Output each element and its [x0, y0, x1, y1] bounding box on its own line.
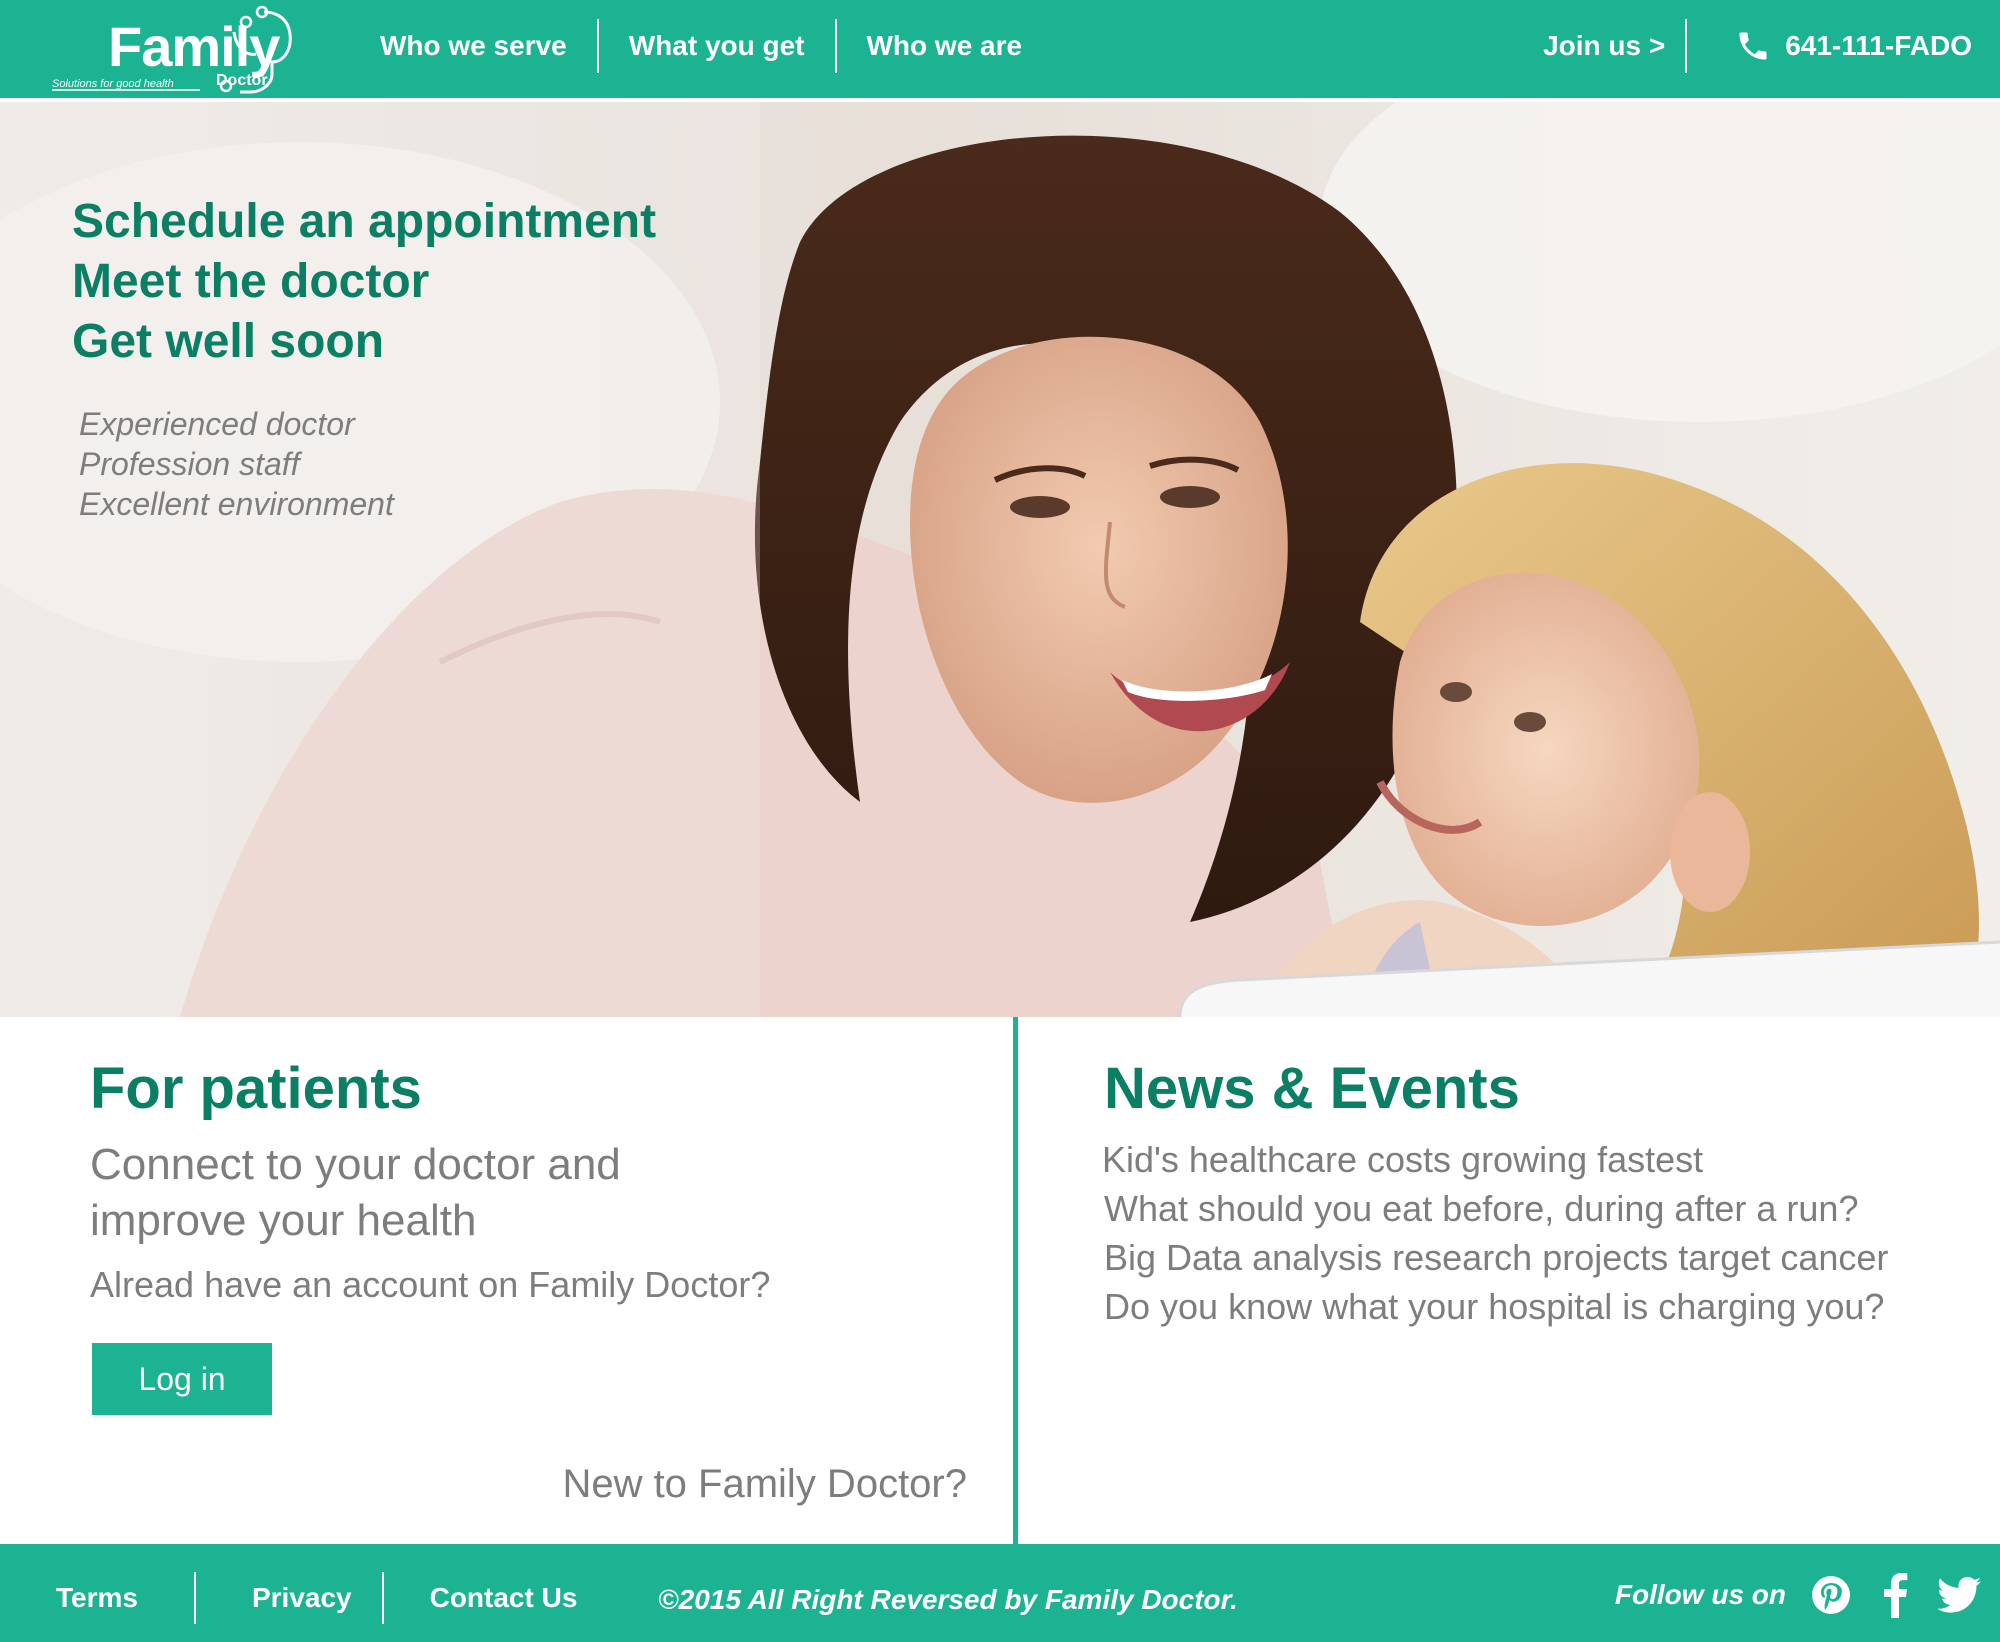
phone-contact[interactable]: 641-111-FADO — [1687, 18, 1972, 74]
hero-features: Experienced doctor Profession staff Exce… — [72, 404, 656, 524]
hero-headline: Get well soon — [72, 315, 385, 368]
hero-feature: Excellent environment — [79, 486, 394, 522]
phone-number: 641-111-FADO — [1785, 30, 1972, 61]
family-doctor-logo[interactable]: Family Solutions for good health Doctor — [50, 4, 310, 96]
hero-feature: Profession staff — [79, 446, 300, 482]
phone-icon — [1739, 32, 1767, 60]
footer-privacy-link[interactable]: Privacy — [196, 1582, 382, 1614]
twitter-icon[interactable] — [1936, 1572, 1982, 1618]
patients-description: Connect to your doctor and improve your … — [90, 1137, 621, 1249]
footer-links: Terms Privacy Contact Us — [0, 1572, 633, 1624]
nav-who-we-are[interactable]: Who we are — [837, 18, 1053, 74]
logo-word: Family — [108, 15, 280, 78]
logo-sub: Doctor — [216, 72, 268, 89]
news-item[interactable]: Kid's healthcare costs growing fastest — [1102, 1135, 1888, 1184]
footer-terms-link[interactable]: Terms — [0, 1582, 194, 1614]
hero-text: Schedule an appointment Meet the doctor … — [72, 192, 656, 524]
follow-label: Follow us on — [1614, 1579, 1786, 1610]
news-list: Kid's healthcare costs growing fastest W… — [1102, 1135, 1888, 1331]
header-actions: Join us > 641-111-FADO — [1513, 18, 1972, 74]
hero-headline: Schedule an appointment — [72, 195, 657, 248]
patients-title: For patients — [90, 1056, 422, 1121]
hero-feature: Experienced doctor — [79, 406, 355, 442]
nav-who-we-serve[interactable]: Who we serve — [350, 18, 597, 74]
copyright-text: ©2015 All Right Reversed by Family Docto… — [658, 1584, 1238, 1615]
hero-banner: Schedule an appointment Meet the doctor … — [0, 102, 2000, 1017]
login-button[interactable]: Log in — [92, 1343, 272, 1415]
logo-tagline: Solutions for good health — [52, 78, 174, 90]
news-title: News & Events — [1104, 1056, 1520, 1121]
news-item[interactable]: What should you eat before, during after… — [1104, 1184, 1888, 1233]
site-header: Family Solutions for good health Doctor … — [0, 0, 2000, 100]
patients-panel: For patients Connect to your doctor and … — [0, 1017, 1013, 1544]
main-nav: Who we serve What you get Who we are — [350, 18, 1052, 74]
account-prompt: Alread have an account on Family Doctor? — [90, 1264, 771, 1305]
social-follow: Follow us on — [1615, 1570, 1982, 1620]
patients-desc-line: improve your health — [90, 1196, 477, 1245]
join-us-link[interactable]: Join us > — [1513, 18, 1685, 74]
news-item[interactable]: Big Data analysis research projects targ… — [1104, 1233, 1888, 1282]
hero-headline: Meet the doctor — [72, 255, 430, 308]
news-item[interactable]: Do you know what your hospital is chargi… — [1104, 1282, 1888, 1331]
new-to-family-doctor-link[interactable]: New to Family Doctor? — [562, 1462, 967, 1507]
nav-what-you-get[interactable]: What you get — [599, 18, 835, 74]
patients-desc-line: Connect to your doctor and — [90, 1140, 621, 1189]
site-footer: Terms Privacy Contact Us ©2015 All Right… — [0, 1544, 2000, 1642]
facebook-icon[interactable] — [1872, 1572, 1918, 1618]
footer-contact-link[interactable]: Contact Us — [384, 1582, 634, 1614]
news-panel: News & Events Kid's healthcare costs gro… — [1018, 1017, 2000, 1544]
pinterest-icon[interactable] — [1808, 1572, 1854, 1618]
